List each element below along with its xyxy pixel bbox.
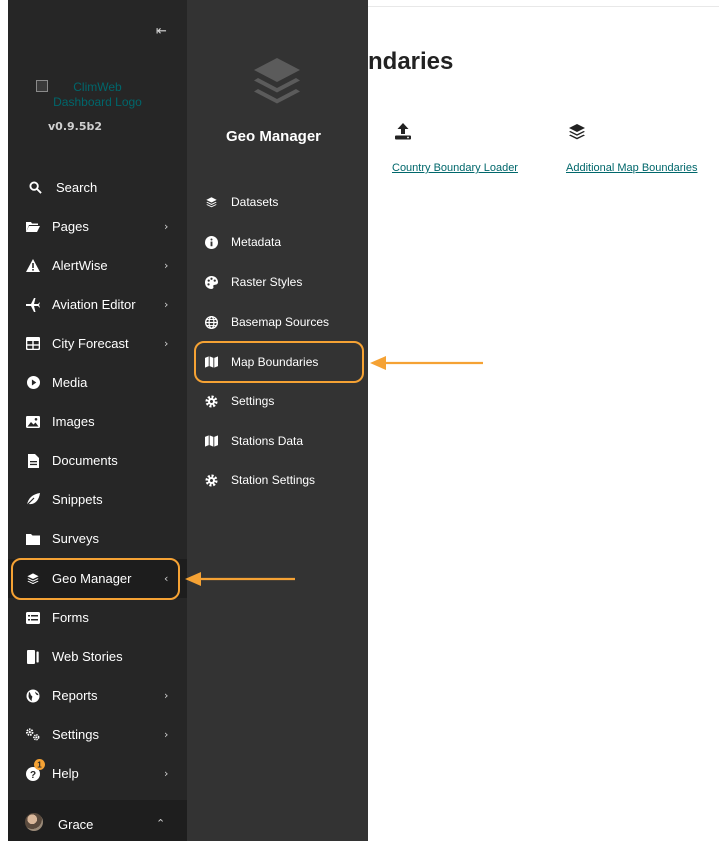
submenu-item-label: Station Settings bbox=[231, 473, 316, 487]
geo-manager-layers-icon bbox=[254, 58, 300, 104]
cog-icon bbox=[205, 473, 218, 487]
chevron-right-icon: › bbox=[164, 220, 169, 233]
cogs-icon bbox=[26, 728, 40, 742]
play-circle-icon bbox=[26, 376, 40, 390]
upload-icon bbox=[395, 123, 411, 140]
submenu-title: Geo Manager bbox=[225, 128, 322, 145]
account-menu[interactable]: Grace ⌃ bbox=[8, 800, 187, 841]
sidebar-item-reports[interactable]: Reports › bbox=[8, 676, 187, 715]
submenu-item-stations-data[interactable]: Stations Data bbox=[187, 421, 368, 461]
submenu-item-raster-styles[interactable]: Raster Styles bbox=[187, 262, 368, 302]
book-icon bbox=[26, 649, 40, 664]
sidebar-item-label: Help bbox=[52, 766, 79, 781]
notification-badge: 1 bbox=[34, 759, 45, 770]
sidebar-item-forms[interactable]: Forms bbox=[8, 598, 187, 637]
sidebar-item-label: Media bbox=[52, 375, 88, 390]
highlight-geo-manager bbox=[11, 558, 180, 600]
highlight-map-boundaries bbox=[194, 341, 364, 383]
sidebar-item-label: Settings bbox=[52, 727, 99, 742]
globe-icon bbox=[205, 315, 218, 329]
avatar bbox=[25, 813, 43, 831]
main-sidebar: ⇤ ClimWeb Dashboard Logo v0.9.5b2 Search… bbox=[8, 0, 187, 841]
sidebar-item-label: Reports bbox=[52, 688, 98, 703]
plane-icon bbox=[26, 297, 40, 312]
folder-open-icon bbox=[26, 220, 40, 234]
sidebar-search[interactable]: Search bbox=[8, 168, 187, 207]
cog-icon bbox=[205, 394, 218, 408]
search-icon bbox=[28, 181, 42, 195]
chevron-right-icon: › bbox=[164, 337, 169, 350]
submenu-item-label: Stations Data bbox=[231, 434, 304, 448]
sidebar-item-pages[interactable]: Pages › bbox=[8, 207, 187, 246]
chevron-up-icon: ⌃ bbox=[156, 817, 166, 830]
chevron-right-icon: › bbox=[164, 689, 169, 702]
submenu-item-label: Basemap Sources bbox=[231, 315, 330, 329]
submenu-item-station-settings[interactable]: Station Settings bbox=[187, 460, 368, 500]
sidebar-item-label: Images bbox=[52, 414, 95, 429]
submenu-item-datasets[interactable]: Datasets bbox=[187, 182, 368, 222]
sidebar-item-label: Documents bbox=[52, 453, 118, 468]
user-name: Grace bbox=[58, 817, 94, 832]
chevron-right-icon: › bbox=[164, 767, 169, 780]
annotation-arrow-icon bbox=[370, 356, 483, 370]
submenu-item-label: Metadata bbox=[231, 235, 282, 249]
sidebar-item-label: Forms bbox=[52, 610, 89, 625]
sidebar-item-label: Aviation Editor bbox=[52, 297, 136, 312]
sidebar-item-label: AlertWise bbox=[52, 258, 108, 273]
palette-icon bbox=[205, 275, 218, 289]
sidebar-item-label: Web Stories bbox=[52, 649, 123, 664]
sidebar-item-snippets[interactable]: Snippets bbox=[8, 480, 187, 519]
table-icon bbox=[26, 337, 40, 351]
sidebar-item-city-forecast[interactable]: City Forecast › bbox=[8, 324, 187, 363]
submenu-item-basemap-sources[interactable]: Basemap Sources bbox=[187, 302, 368, 342]
header-divider bbox=[368, 6, 719, 7]
sidebar-item-documents[interactable]: Documents bbox=[8, 441, 187, 480]
sidebar-item-label: City Forecast bbox=[52, 336, 129, 351]
sidebar-item-label: Snippets bbox=[52, 492, 103, 507]
layers-icon bbox=[205, 196, 218, 209]
sidebar-item-aviation-editor[interactable]: Aviation Editor › bbox=[8, 285, 187, 324]
globe-icon bbox=[26, 689, 40, 703]
sidebar-item-images[interactable]: Images bbox=[8, 402, 187, 441]
country-boundary-loader-link[interactable]: Country Boundary Loader bbox=[392, 162, 518, 174]
page-title: ndaries bbox=[368, 48, 454, 75]
chevron-right-icon: › bbox=[164, 259, 169, 272]
logo-alt-text: ClimWeb Dashboard Logo bbox=[53, 80, 142, 109]
sidebar-search-label: Search bbox=[56, 180, 98, 195]
geo-manager-submenu: Geo Manager Datasets Metadata Raster Sty… bbox=[187, 0, 368, 841]
submenu-item-settings[interactable]: Settings bbox=[187, 381, 368, 421]
layers-icon bbox=[569, 124, 585, 140]
submenu-item-label: Datasets bbox=[231, 195, 279, 209]
sidebar-item-label: Pages bbox=[52, 219, 89, 234]
svg-text:1: 1 bbox=[37, 761, 42, 770]
map-icon bbox=[205, 435, 218, 448]
svg-text:?: ? bbox=[30, 770, 36, 781]
info-circle-icon bbox=[205, 235, 218, 249]
list-icon bbox=[26, 611, 40, 625]
submenu-item-metadata[interactable]: Metadata bbox=[187, 222, 368, 262]
sidebar-item-settings[interactable]: Settings › bbox=[8, 715, 187, 754]
annotation-arrow-icon bbox=[185, 572, 295, 586]
chevron-right-icon: › bbox=[164, 728, 169, 741]
warning-icon bbox=[26, 259, 40, 273]
additional-map-boundaries-link[interactable]: Additional Map Boundaries bbox=[566, 162, 697, 174]
submenu-item-label: Settings bbox=[231, 394, 275, 408]
sidebar-item-help[interactable]: ? 1 Help › bbox=[8, 754, 187, 793]
sidebar-item-web-stories[interactable]: Web Stories bbox=[8, 637, 187, 676]
sidebar-item-label: Surveys bbox=[52, 531, 99, 546]
folder-icon bbox=[26, 532, 40, 546]
document-icon bbox=[26, 453, 40, 468]
sidebar-item-alertwise[interactable]: AlertWise › bbox=[8, 246, 187, 285]
sidebar-item-media[interactable]: Media bbox=[8, 363, 187, 402]
collapse-sidebar-icon[interactable]: ⇤ bbox=[156, 24, 167, 39]
chevron-right-icon: › bbox=[164, 298, 169, 311]
version-label: v0.9.5b2 bbox=[48, 120, 103, 133]
image-icon bbox=[26, 415, 40, 429]
sidebar-item-surveys[interactable]: Surveys bbox=[8, 519, 187, 558]
leaf-icon bbox=[26, 493, 40, 507]
submenu-item-label: Raster Styles bbox=[231, 275, 303, 289]
